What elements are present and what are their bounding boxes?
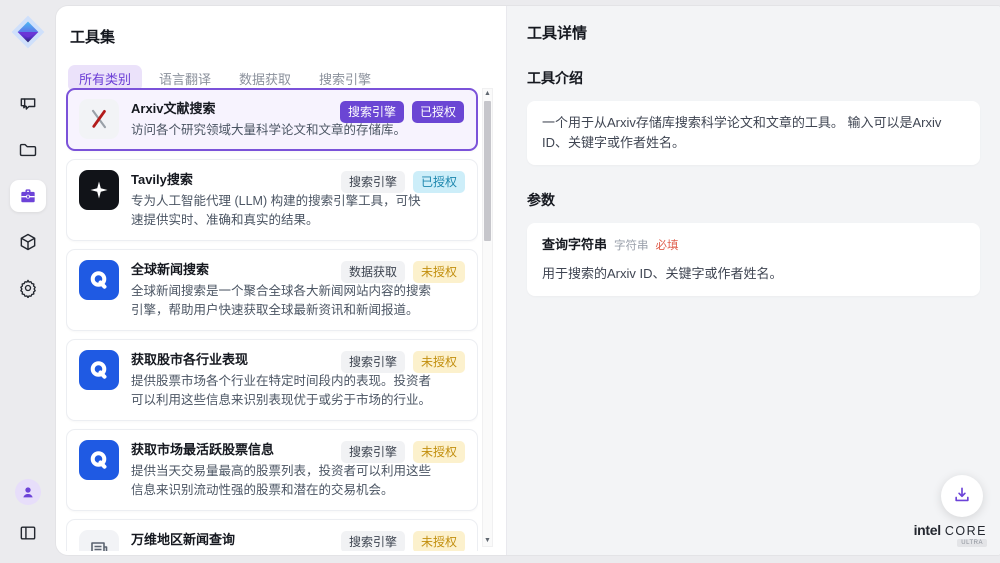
newspaper-icon bbox=[79, 530, 119, 551]
tool-description: 专为人工智能代理 (LLM) 构建的搜索引擎工具，可快速提供实时、准确和真实的结… bbox=[131, 192, 433, 230]
intel-brand-text: intel bbox=[914, 523, 941, 537]
auth-status-badge: 未授权 bbox=[413, 261, 465, 283]
scrollbar-track[interactable] bbox=[483, 99, 492, 536]
gear-icon bbox=[18, 278, 38, 298]
sparkle-icon bbox=[79, 170, 119, 210]
parameter-required-flag: 必填 bbox=[656, 236, 679, 256]
tool-list: Arxiv文献搜索访问各个研究领域大量科学论文和文章的存储库。搜索引擎已授权 Ta… bbox=[66, 88, 478, 551]
rail-item-gear[interactable] bbox=[10, 272, 46, 304]
auth-status-badge: 未授权 bbox=[413, 441, 465, 463]
toolbox-icon bbox=[18, 186, 38, 206]
main-window: 工具集 所有类别语言翻译数据获取搜索引擎 Arxiv文献搜索访问各个研究领域大量… bbox=[56, 6, 1000, 555]
rail-item-toolbox[interactable] bbox=[10, 180, 46, 212]
rail-item-chat[interactable] bbox=[10, 88, 46, 120]
tool-card[interactable]: 全球新闻搜索全球新闻搜索是一个聚合全球各大新闻网站内容的搜索引擎，帮助用户快速获… bbox=[66, 249, 478, 331]
auth-status-badge: 已授权 bbox=[413, 171, 465, 193]
scrollbar-thumb[interactable] bbox=[484, 101, 491, 241]
folder-icon bbox=[18, 140, 38, 160]
app-logo-icon bbox=[8, 12, 48, 52]
list-scrollbar[interactable]: ▲ ▼ bbox=[482, 88, 493, 547]
rail-item-cube[interactable] bbox=[10, 226, 46, 258]
parameter-type: 字符串 bbox=[614, 236, 649, 256]
tool-description: 提供股票市场各个行业在特定时间段内的表现。投资者可以利用这些信息来识别表现优于或… bbox=[131, 372, 433, 410]
category-badge: 数据获取 bbox=[341, 261, 405, 283]
q-logo-icon bbox=[79, 260, 119, 300]
category-badge: 搜索引擎 bbox=[341, 441, 405, 463]
params-heading: 参数 bbox=[527, 190, 980, 210]
tool-list-panel: 工具集 所有类别语言翻译数据获取搜索引擎 Arxiv文献搜索访问各个研究领域大量… bbox=[56, 6, 507, 555]
tool-description: 全球新闻搜索是一个聚合全球各大新闻网站内容的搜索引擎，帮助用户快速获取全球最新资… bbox=[131, 282, 433, 320]
arxiv-icon bbox=[79, 99, 119, 139]
category-badge: 搜索引擎 bbox=[341, 351, 405, 373]
user-avatar-icon bbox=[20, 484, 36, 500]
intro-heading: 工具介绍 bbox=[527, 68, 980, 88]
category-badge: 搜索引擎 bbox=[341, 171, 405, 193]
parameter-header: 查询字符串 字符串 必填 bbox=[542, 235, 965, 256]
app-root: 工具集 所有类别语言翻译数据获取搜索引擎 Arxiv文献搜索访问各个研究领域大量… bbox=[0, 0, 1000, 563]
intro-text-box: 一个用于从Arxiv存储库搜索科学论文和文章的工具。 输入可以是Arxiv ID… bbox=[527, 101, 980, 165]
tool-card[interactable]: Tavily搜索专为人工智能代理 (LLM) 构建的搜索引擎工具，可快速提供实时… bbox=[66, 159, 478, 241]
intel-tier-badge: ULTRA bbox=[957, 539, 987, 547]
tool-card[interactable]: 获取市场最活跃股票信息提供当天交易量最高的股票列表，投资者可以利用这些信息来识别… bbox=[66, 429, 478, 511]
page-title: 工具集 bbox=[70, 26, 506, 47]
download-icon bbox=[952, 485, 972, 508]
scrollbar-down-arrow-icon[interactable]: ▼ bbox=[484, 536, 491, 546]
q-logo-icon bbox=[79, 350, 119, 390]
detail-title: 工具详情 bbox=[527, 22, 980, 43]
tool-card[interactable]: 获取股市各行业表现提供股票市场各个行业在特定时间段内的表现。投资者可以利用这些信… bbox=[66, 339, 478, 421]
category-badge: 搜索引擎 bbox=[341, 531, 405, 551]
auth-status-badge: 未授权 bbox=[413, 531, 465, 551]
download-button[interactable] bbox=[941, 475, 983, 517]
chat-icon bbox=[18, 94, 38, 114]
auth-status-badge: 未授权 bbox=[413, 351, 465, 373]
panel-toggle-icon bbox=[18, 523, 38, 543]
parameter-description: 用于搜索的Arxiv ID、关键字或作者姓名。 bbox=[542, 264, 965, 284]
tool-detail-panel: 工具详情 工具介绍 一个用于从Arxiv存储库搜索科学论文和文章的工具。 输入可… bbox=[507, 6, 1000, 555]
q-logo-icon bbox=[79, 440, 119, 480]
intel-core-logo: intel CORE ULTRA bbox=[914, 523, 987, 548]
tool-card[interactable]: 万维地区新闻查询查询具体行政区划内的新闻，快速了解各地新闻动搜索引擎未授权 bbox=[66, 519, 478, 551]
auth-status-badge: 已授权 bbox=[412, 101, 464, 123]
panel-toggle-button[interactable] bbox=[10, 517, 46, 549]
rail-bottom bbox=[10, 479, 46, 549]
parameter-name: 查询字符串 bbox=[542, 235, 607, 255]
category-badge: 搜索引擎 bbox=[340, 101, 404, 123]
scrollbar-up-arrow-icon[interactable]: ▲ bbox=[484, 89, 491, 99]
rail-item-folder[interactable] bbox=[10, 134, 46, 166]
parameter-box: 查询字符串 字符串 必填 用于搜索的Arxiv ID、关键字或作者姓名。 bbox=[527, 223, 980, 296]
cube-icon bbox=[18, 232, 38, 252]
rail-nav bbox=[10, 88, 46, 304]
intel-product-text: CORE bbox=[945, 525, 987, 538]
user-avatar-button[interactable] bbox=[15, 479, 41, 505]
tool-description: 访问各个研究领域大量科学论文和文章的存储库。 bbox=[131, 121, 433, 140]
tool-description: 提供当天交易量最高的股票列表，投资者可以利用这些信息来识别流动性强的股票和潜在的… bbox=[131, 462, 433, 500]
tool-card[interactable]: Arxiv文献搜索访问各个研究领域大量科学论文和文章的存储库。搜索引擎已授权 bbox=[66, 88, 478, 151]
left-rail bbox=[0, 0, 56, 563]
